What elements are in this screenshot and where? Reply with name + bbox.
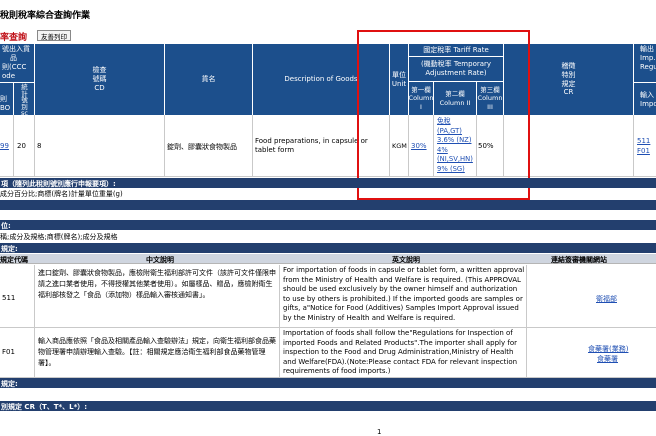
import-regulation-title: 規定: (1, 245, 18, 253)
export-regulation-title: 規定: (1, 380, 18, 388)
reg-en-header: 英文說明 (392, 256, 420, 264)
header-text: 則(CCC (2, 63, 27, 71)
reg-zh-header: 中文說明 (146, 256, 174, 264)
tariff-data-row: 99 20 8 錠劑、膠囊狀食物製品 Food preparations, in… (0, 115, 656, 177)
reg-en-text: For importation of foods in capsule or t… (283, 266, 525, 322)
header-text: ode (2, 72, 16, 80)
header-text: 號出入貨 (2, 45, 30, 53)
header-text: Impo (640, 100, 656, 108)
check-code-header: 檢查 號碼 CD (35, 44, 165, 115)
unit-items-text: 稱;成分及規格;商標(牌名);成分及規格 (0, 233, 118, 241)
reg-code-header: 規定代碼 (0, 256, 28, 264)
regulation-row: F01 輸入商品應依照「食品及相關產品輸入查驗辦法」規定，向衛生福利部食品藥物管… (0, 328, 656, 378)
reg-en-text: Importation of foods shall follow the"Re… (283, 329, 518, 375)
header-text: Imp. (640, 54, 656, 62)
import-regulation-header: 輸出 Imp. Regu 輸入 Impo (634, 44, 656, 115)
agency-link-fda[interactable]: 食藥署 (597, 354, 618, 364)
print-button[interactable]: 友善列印 (37, 30, 71, 41)
special-cr-title: 別規定 CR（T、T*、L*）: (1, 403, 88, 411)
reg-zh-text: 輸入商品應依照「食品及相關產品輸入查驗辦法」規定，向衛生福利部食品藥物管理署申請… (38, 337, 276, 367)
section-label: 率查詢 (0, 33, 28, 43)
header-text: Regu (640, 63, 656, 71)
export-regulation-bar: 規定: (0, 378, 656, 388)
regulation-table-header: 規定代碼 中文說明 英文說明 連結簽審機關網站 (0, 254, 656, 264)
import-regulation-bar: 規定: (0, 243, 656, 253)
agency-link-fda-business[interactable]: 食藥署(業務) (588, 344, 628, 354)
header-text: 輸入 (640, 91, 654, 99)
unit-items-bar: 位: (0, 220, 656, 230)
reg-zh-text: 進口錠劑、膠囊狀食物製品，應檢附衛生福利部許可文件（該許可文件僅限申請之進口業者… (38, 269, 276, 299)
tariff-table-header: 號出入貨 品 則(CCC ode 則 BO 統 計 號 別 sc 檢查 號碼 C… (0, 44, 656, 116)
tariff-rate-highlight-box (357, 30, 530, 200)
reg-code: 511 (2, 294, 16, 302)
stat-code: 20 (17, 142, 26, 150)
agency-link-mohw[interactable]: 衛福部 (596, 294, 617, 304)
regulation-row: 511 進口錠劑、膠囊狀食物製品，應檢附衛生福利部許可文件（該許可文件僅限申請之… (0, 265, 656, 328)
header-text: 輸出 (640, 45, 654, 53)
declaration-items-text: 成分百分比;商標(牌名)計量單位重量(g) (0, 190, 123, 198)
header-text: 則 (0, 95, 7, 103)
reg-code: F01 (2, 348, 15, 356)
goods-name-header: 貨名 (165, 44, 253, 115)
header-text: BO (0, 104, 11, 112)
import-regulation-511-link[interactable]: 511 (637, 137, 650, 145)
unit-items-title: 位: (1, 222, 11, 230)
goods-name: 錠劑、膠囊狀食物製品 (167, 143, 237, 151)
check-code: 8 (37, 142, 42, 150)
page-number: 1 (377, 428, 382, 436)
ccc-code-link[interactable]: 99 (0, 142, 9, 150)
special-cr-bar: 別規定 CR（T、T*、L*）: (0, 401, 656, 411)
reg-link-header: 連結簽審機關網站 (551, 256, 607, 264)
section-divider (0, 200, 656, 210)
ccc-code-header: 號出入貨 品 則(CCC ode 則 BO 統 計 號 別 sc (0, 44, 35, 116)
declaration-items-bar: 項（隨列此稅則號別應行申報要項）: (0, 178, 656, 188)
declaration-items-title: 項（隨列此稅則號別應行申報要項）: (1, 180, 116, 188)
header-text: 品 (10, 54, 17, 62)
import-regulation-f01-link[interactable]: F01 (637, 147, 650, 155)
page-title: 稅則稅率綜合查詢作業 (0, 11, 91, 21)
